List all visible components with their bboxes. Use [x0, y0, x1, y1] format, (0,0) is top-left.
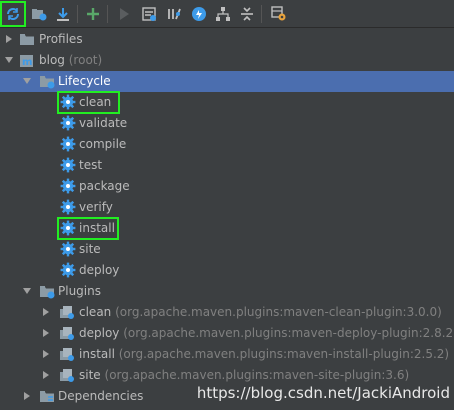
- plugin-coordinates: (org.apache.maven.plugins:maven-site-plu…: [104, 368, 410, 382]
- lifecycle-phase-test[interactable]: test: [0, 155, 454, 176]
- plugins-folder-icon: [39, 283, 55, 299]
- gear-icon: [60, 115, 76, 131]
- plugin-coordinates: (org.apache.maven.plugins:maven-clean-pl…: [115, 305, 442, 319]
- plugin-install[interactable]: install (org.apache.maven.plugins:maven-…: [0, 344, 454, 365]
- download-icon: [57, 8, 69, 21]
- refresh-icon: [7, 8, 19, 20]
- expand-arrow-icon[interactable]: [4, 34, 14, 44]
- gear-icon: [60, 157, 76, 173]
- toggle-offline-button[interactable]: [163, 3, 185, 25]
- gear-icon: [60, 199, 76, 215]
- node-label: Lifecycle: [58, 74, 111, 88]
- collapse-arrow-icon[interactable]: [22, 76, 32, 86]
- lifecycle-phase-install[interactable]: install: [0, 217, 454, 240]
- execute-goal-button[interactable]: [138, 3, 160, 25]
- lifecycle-phase-validate[interactable]: validate: [0, 113, 454, 134]
- project-name: blog: [39, 53, 65, 67]
- show-dependencies-button[interactable]: [212, 3, 234, 25]
- expand-arrow-icon[interactable]: [41, 328, 51, 338]
- lifecycle-folder-icon: [39, 73, 55, 89]
- skip-tests-icon: [192, 7, 206, 21]
- phase-label: test: [79, 158, 103, 172]
- download-sources-button[interactable]: [52, 3, 74, 25]
- expand-arrow-icon[interactable]: [41, 349, 51, 359]
- folder-icon: [19, 31, 35, 47]
- maven-settings-button[interactable]: [268, 3, 290, 25]
- maven-project-tree: Profiles m blog (root) Lifecycle clean v…: [0, 29, 454, 410]
- watermark-text: https://blog.csdn.net/JackiAndroid: [196, 384, 450, 402]
- gear-icon: [60, 94, 76, 110]
- plugin-name: site: [79, 368, 101, 382]
- generate-sources-icon: [32, 9, 47, 21]
- tree-node-project[interactable]: m blog (root): [0, 50, 454, 71]
- collapse-all-icon: [241, 7, 253, 21]
- toolbar-separator: [107, 5, 108, 23]
- add-icon: [87, 8, 99, 20]
- skip-tests-button[interactable]: [188, 3, 210, 25]
- maven-project-icon: m: [19, 52, 35, 68]
- plugin-icon: [59, 325, 75, 341]
- expand-arrow-icon[interactable]: [41, 370, 51, 380]
- node-label: Dependencies: [58, 389, 144, 403]
- collapse-all-button[interactable]: [236, 3, 258, 25]
- phase-label: package: [79, 179, 130, 193]
- toggle-offline-icon: [168, 8, 181, 20]
- gear-icon: [60, 241, 76, 257]
- plugin-coordinates: (org.apache.maven.plugins:maven-install-…: [118, 347, 450, 361]
- toolbar-separator: [77, 5, 78, 23]
- gear-icon: [60, 136, 76, 152]
- settings-icon: [271, 6, 286, 21]
- plugin-clean[interactable]: clean (org.apache.maven.plugins:maven-cl…: [0, 302, 454, 323]
- maven-toolbar: [0, 0, 454, 28]
- plugin-deploy[interactable]: deploy (org.apache.maven.plugins:maven-d…: [0, 323, 454, 344]
- collapse-arrow-icon[interactable]: [22, 286, 32, 296]
- phase-label: site: [79, 242, 101, 256]
- execute-goal-icon: [142, 7, 156, 21]
- plugin-coordinates: (org.apache.maven.plugins:maven-deploy-p…: [123, 326, 454, 340]
- plugin-name: deploy: [79, 326, 120, 340]
- phase-label: install: [79, 221, 115, 235]
- dependencies-folder-icon: [39, 388, 55, 404]
- phase-label: verify: [79, 200, 113, 214]
- plugin-name: clean: [79, 305, 112, 319]
- plugin-icon: [59, 304, 75, 320]
- run-icon: [120, 8, 129, 20]
- lifecycle-phase-site[interactable]: site: [0, 239, 454, 260]
- lifecycle-phase-deploy[interactable]: deploy: [0, 260, 454, 281]
- lifecycle-phase-clean[interactable]: clean: [0, 91, 454, 114]
- phase-label: compile: [79, 137, 127, 151]
- project-root-suffix: (root): [68, 53, 103, 67]
- lifecycle-phase-package[interactable]: package: [0, 176, 454, 197]
- tree-node-lifecycle[interactable]: Lifecycle: [0, 71, 454, 92]
- svg-text:m: m: [22, 57, 32, 68]
- expand-arrow-icon[interactable]: [41, 307, 51, 317]
- toolbar-separator: [261, 5, 262, 23]
- plugin-icon: [59, 346, 75, 362]
- tree-node-profiles[interactable]: Profiles: [0, 29, 454, 50]
- node-label: Profiles: [39, 32, 83, 46]
- gear-icon: [60, 178, 76, 194]
- node-label: Plugins: [58, 284, 101, 298]
- expand-arrow-icon[interactable]: [22, 391, 32, 401]
- add-project-button[interactable]: [82, 3, 104, 25]
- gear-icon: [60, 220, 76, 236]
- plugin-name: install: [79, 347, 115, 361]
- phase-label: clean: [79, 95, 112, 109]
- generate-sources-button[interactable]: [28, 3, 50, 25]
- gear-icon: [60, 262, 76, 278]
- phase-label: deploy: [79, 263, 120, 277]
- lifecycle-phase-compile[interactable]: compile: [0, 134, 454, 155]
- collapse-arrow-icon[interactable]: [4, 55, 14, 65]
- run-button[interactable]: [113, 3, 135, 25]
- lifecycle-phase-verify[interactable]: verify: [0, 197, 454, 218]
- plugin-site[interactable]: site (org.apache.maven.plugins:maven-sit…: [0, 365, 454, 386]
- refresh-button[interactable]: [0, 1, 26, 27]
- dependencies-diagram-icon: [216, 7, 230, 21]
- plugin-icon: [59, 367, 75, 383]
- tree-node-plugins[interactable]: Plugins: [0, 281, 454, 302]
- phase-label: validate: [79, 116, 128, 130]
